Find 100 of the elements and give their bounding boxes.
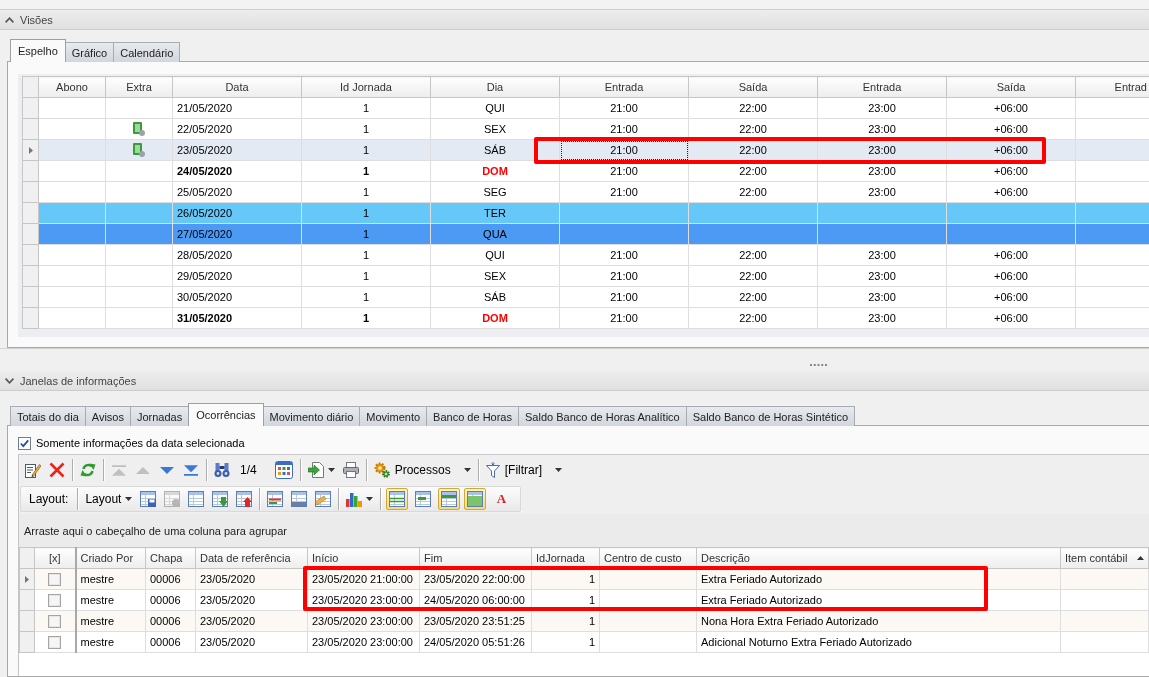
table-cell: Extra Feriado Autorizado — [696, 568, 1061, 590]
section-title: Visões — [20, 13, 53, 26]
table-cell: 1 — [301, 286, 431, 308]
column-header[interactable]: Entrad — [1075, 76, 1149, 98]
checkbox[interactable] — [48, 572, 62, 586]
table-cell: mestre — [75, 568, 146, 590]
font-button[interactable]: A — [490, 488, 513, 510]
table-cell: 21/05/2020 — [172, 97, 302, 119]
tab[interactable]: Banco de Horas — [426, 406, 519, 426]
table-cell: 23:00 — [817, 97, 947, 119]
table-cell: 24/05/2020 — [172, 160, 302, 182]
tab[interactable]: Totais do dia — [10, 406, 86, 426]
table-cell: +06:00 — [946, 160, 1076, 182]
tab[interactable]: Jornadas — [129, 406, 190, 426]
column-header[interactable]: Criado Por — [75, 547, 146, 569]
calendar-grid-icon — [274, 461, 293, 479]
table-cell: 22:00 — [688, 265, 818, 287]
table-pencil-icon — [315, 491, 332, 507]
table-cell: 22:00 — [688, 244, 818, 266]
table-cell: +06:00 — [946, 286, 1076, 308]
chevron-down-icon[interactable] — [5, 377, 14, 384]
table-cell: 23:00 — [817, 307, 947, 329]
table-cell: 22/05/2020 — [172, 118, 302, 140]
tab[interactable]: Saldo Banco de Horas Sintético — [685, 406, 856, 426]
column-header[interactable]: Descrição — [696, 547, 1061, 569]
layout-menu-button[interactable]: Layout — [81, 488, 137, 510]
delete-icon — [49, 462, 65, 478]
column-header[interactable]: Dia — [430, 76, 560, 98]
printer-icon — [342, 462, 359, 478]
tab[interactable]: Espelho — [10, 39, 66, 62]
table-save-icon — [140, 491, 157, 507]
binoculars-icon — [214, 462, 230, 478]
record-counter: 1/4 — [239, 463, 258, 477]
table-cell: 21:00 — [559, 97, 689, 119]
tab[interactable]: Avisos — [84, 406, 131, 426]
table-cell: 23/05/2020 23:00:00 — [307, 610, 420, 632]
table-cell: 23/05/2020 23:00:00 — [307, 631, 420, 653]
tab[interactable]: Movimento — [359, 406, 428, 426]
table-rows-icon — [389, 491, 406, 507]
column-header[interactable]: [x] — [34, 547, 76, 569]
table-cell: 29/05/2020 — [172, 265, 302, 287]
column-header[interactable]: Abono — [38, 76, 106, 98]
table-cell: 23:00 — [817, 286, 947, 308]
table-delete-icon — [164, 491, 181, 507]
table-cell: 1 — [531, 568, 600, 590]
table-cell: mestre — [75, 610, 146, 632]
checkbox[interactable] — [18, 436, 31, 450]
tab[interactable]: Movimento diário — [262, 406, 361, 426]
column-header[interactable]: Id Jornada — [301, 76, 431, 98]
table-cell: 1 — [301, 265, 431, 287]
table-cell: 23:00 — [817, 181, 947, 203]
column-header[interactable]: Saída — [688, 76, 818, 98]
column-header[interactable]: Data — [172, 76, 302, 98]
grid-lines-button[interactable] — [386, 488, 409, 510]
filter-button[interactable]: [Filtrar] — [481, 458, 567, 482]
table-cell: 1 — [301, 118, 431, 140]
tab[interactable]: Calendário — [113, 42, 181, 62]
table-cell: 1 — [301, 307, 431, 329]
column-header[interactable]: Saída — [946, 76, 1076, 98]
footer-row-button[interactable] — [464, 488, 487, 510]
column-header[interactable]: Extra — [105, 76, 173, 98]
chevron-up-icon[interactable] — [5, 16, 14, 23]
table-cell: 21:00 — [559, 286, 689, 308]
table-cell: SEX — [430, 118, 560, 140]
refresh-icon — [80, 462, 96, 478]
arrow-up-icon — [136, 466, 150, 474]
tab[interactable]: Gráfico — [64, 42, 115, 62]
table-cell: 23:00 — [817, 265, 947, 287]
table-bar-icon — [415, 491, 432, 507]
table-down-arrow-icon — [212, 491, 229, 507]
table-footer-icon — [467, 491, 484, 507]
table-cell: 23/05/2020 23:51:25 — [419, 610, 532, 632]
table-cell: 22:00 — [688, 181, 818, 203]
table-cell: 24/05/2020 05:51:26 — [419, 631, 532, 653]
column-header[interactable]: Entrada — [817, 76, 947, 98]
table-cell: Adicional Noturno Extra Feriado Autorizado — [696, 631, 1061, 653]
table-cell: mestre — [75, 631, 146, 653]
checkbox[interactable] — [48, 593, 62, 607]
layout-label: Layout: — [28, 492, 70, 506]
table-cell: +06:00 — [946, 307, 1076, 329]
bar-chart-icon — [346, 491, 363, 507]
header-row-button[interactable] — [438, 488, 461, 510]
column-header[interactable]: Entrada — [559, 76, 689, 98]
processes-button[interactable]: Processos — [369, 458, 475, 482]
tab[interactable]: Ocorrências — [188, 403, 264, 426]
checkbox[interactable] — [48, 635, 62, 649]
table-cell: +06:00 — [946, 181, 1076, 203]
table-cell: mestre — [75, 589, 146, 611]
table-cell: QUI — [430, 97, 560, 119]
arrow-to-top-icon — [112, 464, 126, 476]
table-cell: 21:00 — [559, 244, 689, 266]
table-cell: 21:00 — [559, 181, 689, 203]
checkbox[interactable] — [48, 614, 62, 628]
arrow-down-icon — [160, 466, 174, 474]
column-header[interactable]: Item contábil — [1060, 547, 1149, 569]
column-header[interactable]: Data de referência — [195, 547, 308, 569]
column-header[interactable]: Chapa — [145, 547, 196, 569]
table-up-arrow-icon — [236, 491, 253, 507]
tab[interactable]: Saldo Banco de Horas Analítico — [518, 406, 687, 426]
table-cell: SÁB — [430, 139, 560, 161]
